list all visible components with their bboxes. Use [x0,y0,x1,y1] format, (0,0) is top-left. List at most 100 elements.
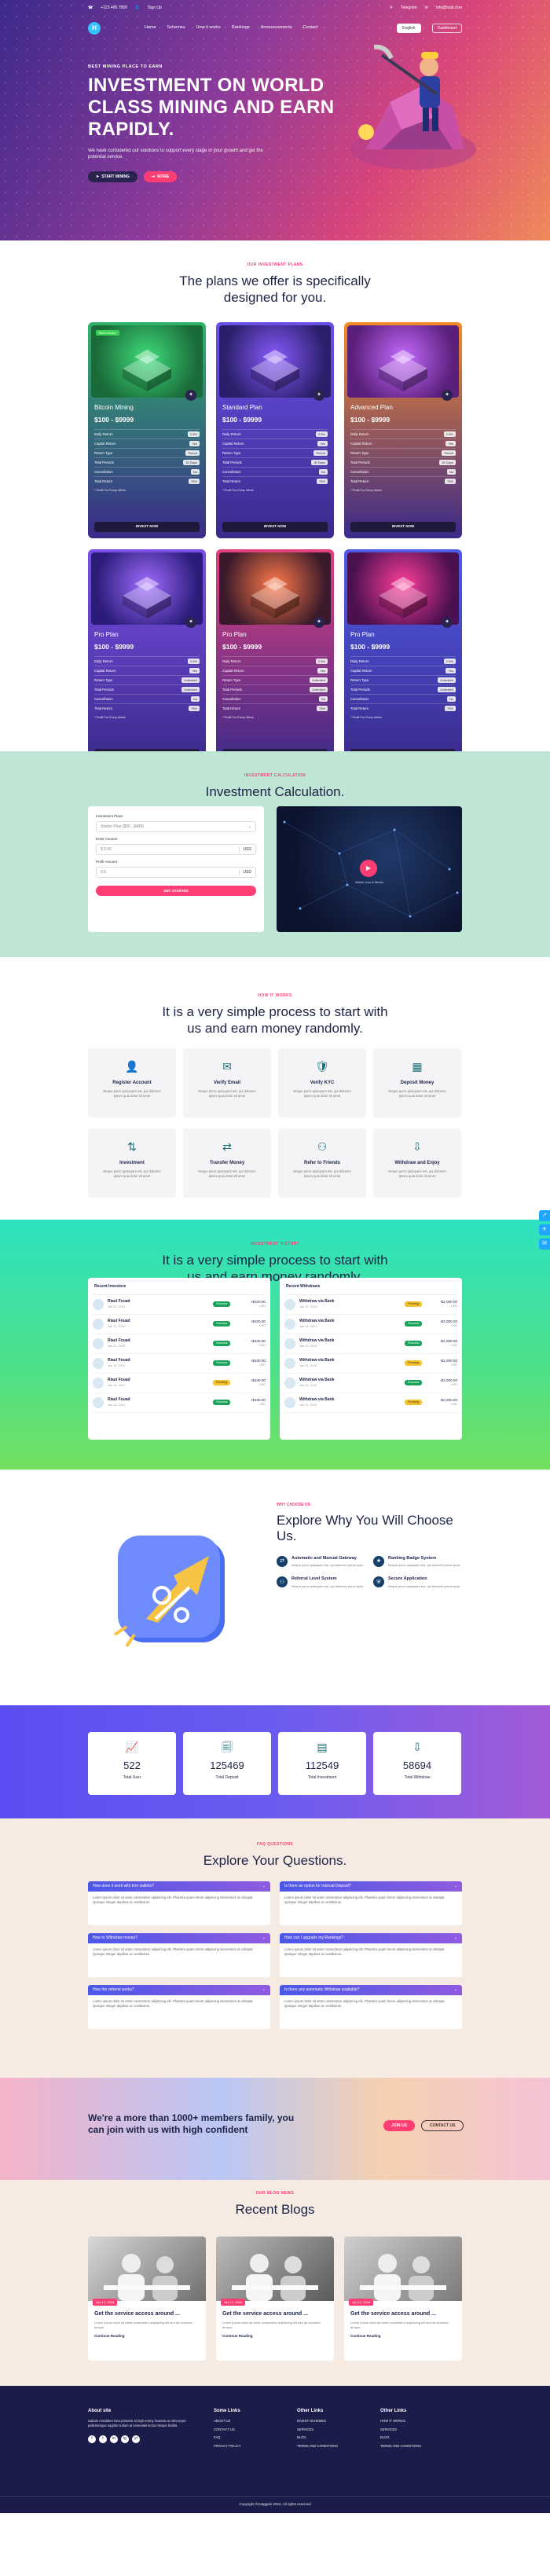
faq-item[interactable]: How does it work with tron wallets? ⌄ Lore… [88,1881,270,1925]
amount-input-value: $ 0.00 [101,846,112,852]
plan-detail-value: Unlimited [438,687,456,693]
footer-link[interactable]: FAQ [214,2435,241,2440]
contact-us-label: CONTACT US [430,2123,456,2128]
faq-question[interactable]: How can I upgrade my Rankings? ⌄ [280,1933,462,1943]
youtube-icon[interactable]: yt [132,2435,140,2443]
topbar-phone[interactable]: +123 456 7890 [101,6,127,11]
stat-card: ⇩ 58694 Total Withdraw [373,1732,461,1795]
blog-image[interactable]: Jan 12, 2024 [88,2237,206,2306]
footer-link[interactable]: BLOG [297,2435,338,2440]
nav-rankings[interactable]: Rankings [232,25,250,31]
continue-reading-link[interactable]: Continue Reading [350,2334,456,2339]
side-share-icon[interactable]: ↗ [539,1210,550,1221]
nav-how-it-works[interactable]: How it works [196,25,221,31]
plan-action-button[interactable]: ✦ [442,390,453,401]
feature-description: Neque porro quisquam est, qui dolorem ip… [292,1583,364,1588]
calc-tag: INVESTMENT CALCULATION [244,773,306,778]
nav-home[interactable]: Home [145,25,156,31]
invest-now-button[interactable]: INVEST NOW [222,522,328,532]
avatar [93,1298,104,1310]
plan-action-button[interactable]: ✦ [185,617,196,628]
blog-image[interactable]: Jan 12, 2024 [344,2237,462,2306]
topbar-signup[interactable]: Sign Up [148,6,162,11]
plan-detail-value: 2.5% [315,431,328,438]
continue-reading-link[interactable]: Continue Reading [94,2334,200,2339]
blog-title[interactable]: Get the service access around ... [350,2310,456,2317]
feature-title: Ranking Badge System [388,1555,437,1561]
faq-item[interactable]: Is there any automatic Withdraw availabl… [280,1985,462,2029]
play-button[interactable]: ▶ [360,860,377,877]
table-row: Withdraw via Bank Jan 12, 2024 Success -$2,… [284,1315,457,1334]
amount-input[interactable]: $ 0.00 USD [96,844,256,856]
footer-link[interactable]: ABOUT US [214,2419,241,2424]
plan-select[interactable]: Starter Plan ($50 - $499) ⌄ [96,821,256,833]
faq-item[interactable]: How can I upgrade my Rankings? ⌄ Lorem ips… [280,1933,462,1977]
contact-us-button[interactable]: CONTACT US [421,2120,464,2131]
footer-link[interactable]: INVEST SCHEMES [297,2419,338,2424]
sparkle-icon: ✦ [317,392,321,398]
footer-column-title: Other Links [297,2409,324,2413]
footer-link[interactable]: SERVICES [380,2427,421,2432]
faq-question[interactable]: Is there any automatic Withdraw availabl… [280,1985,462,1995]
nav-announcements[interactable]: Announcements [261,25,292,31]
blog-card[interactable]: Jan 12, 2024 Get the service access aroun… [88,2237,206,2361]
nav-contact[interactable]: Contact [302,25,317,31]
join-us-button[interactable]: JOIN US [383,2120,416,2131]
twitter-icon[interactable]: t [99,2435,107,2443]
amount-currency: USD [258,1324,266,1328]
facebook-icon[interactable]: f [88,2435,96,2443]
plan-detail-value: Unlimited [310,687,328,693]
blog-section: OUR BLOG NEWS Recent Blogs Jan 12, 2024 G… [0,2180,550,2386]
hero-eyebrow: BEST MINING PLACE TO EARN [88,64,163,69]
continue-reading-link[interactable]: Continue Reading [222,2334,328,2339]
faq-item[interactable]: Is there an option for manual Deposit? ⌄ L… [280,1881,462,1925]
nav-schemes[interactable]: Schemes [167,25,185,31]
start-mining-button[interactable]: ➤ START MINING [88,171,138,183]
plan-action-button[interactable]: ✦ [185,390,196,401]
instagram-icon[interactable]: ig [121,2435,129,2443]
plan-detail-row: Total Periods 30 Days [94,457,200,467]
footer-link[interactable]: CONTACT US [214,2427,241,2432]
mining-rig-art [123,350,171,391]
plan-detail-value: 2.5% [187,431,200,438]
blog-image[interactable]: Jan 12, 2024 [216,2237,334,2306]
get-started-button[interactable]: GET STARTED [96,886,256,897]
more-button[interactable]: ➜ MORE [143,171,178,183]
invest-now-button[interactable]: INVEST NOW [94,522,200,532]
video-player[interactable]: ▶ Watch How It Works [277,806,462,932]
footer: About site Subam modafeer lacu posuere a… [0,2386,550,2513]
faq-question[interactable]: How does it work with tron wallets? ⌄ [88,1881,270,1892]
blog-title[interactable]: Get the service access around ... [222,2310,328,2317]
faq-item[interactable]: How to Withdraw money? ⌄ Lorem ipsum dolor… [88,1933,270,1977]
blog-title[interactable]: Get the service access around ... [94,2310,200,2317]
step-title: Register Account [112,1081,152,1085]
plan-detail-value: Period [314,450,328,457]
footer-link[interactable]: HOW IT WORKS [380,2419,421,2424]
faq-tag: FAQ QUESTIONS [256,1842,294,1847]
feature-item: ⚇ Referral Level System Neque porro quisqu… [277,1576,365,1590]
plan-detail-value: 75% [444,706,456,712]
plan-action-button[interactable]: ✦ [442,617,453,628]
topbar-telegram[interactable]: Telegram [401,6,417,11]
register-icon: 👤 [125,1060,139,1073]
faq-question[interactable]: How the referral works? ⌄ [88,1985,270,1995]
invest-now-button[interactable]: INVEST NOW [350,522,456,532]
faq-question[interactable]: Is there an option for manual Deposit? ⌄ [280,1881,462,1892]
plan-action-button[interactable]: ✦ [314,390,324,401]
blog-card[interactable]: Jan 12, 2024 Get the service access aroun… [344,2237,462,2361]
faq-item[interactable]: How the referral works? ⌄ Lorem ipsum dolo… [88,1985,270,2029]
side-chat-icon[interactable]: ✉ [539,1238,550,1249]
footer-link[interactable]: SERVICES [297,2427,338,2432]
plan-action-button[interactable]: ✦ [314,617,324,628]
footer-link[interactable]: BLOG [380,2435,421,2440]
investment-icon: ⇅ [127,1140,137,1153]
topbar-email[interactable]: info@mail.com [436,6,462,11]
side-telegram-icon[interactable]: ✈ [539,1224,550,1235]
footer-link[interactable]: TERMS AND CONDITIONS [380,2444,421,2449]
faq-question[interactable]: How to Withdraw money? ⌄ [88,1933,270,1943]
blog-card[interactable]: Jan 12, 2024 Get the service access aroun… [216,2237,334,2361]
linkedin-icon[interactable]: in [110,2435,118,2443]
footer-link[interactable]: PRIVACY POLICY [214,2444,241,2449]
footer-link[interactable]: TERMS AND CONDITIONS [297,2444,338,2449]
site-logo[interactable]: H [88,22,101,35]
